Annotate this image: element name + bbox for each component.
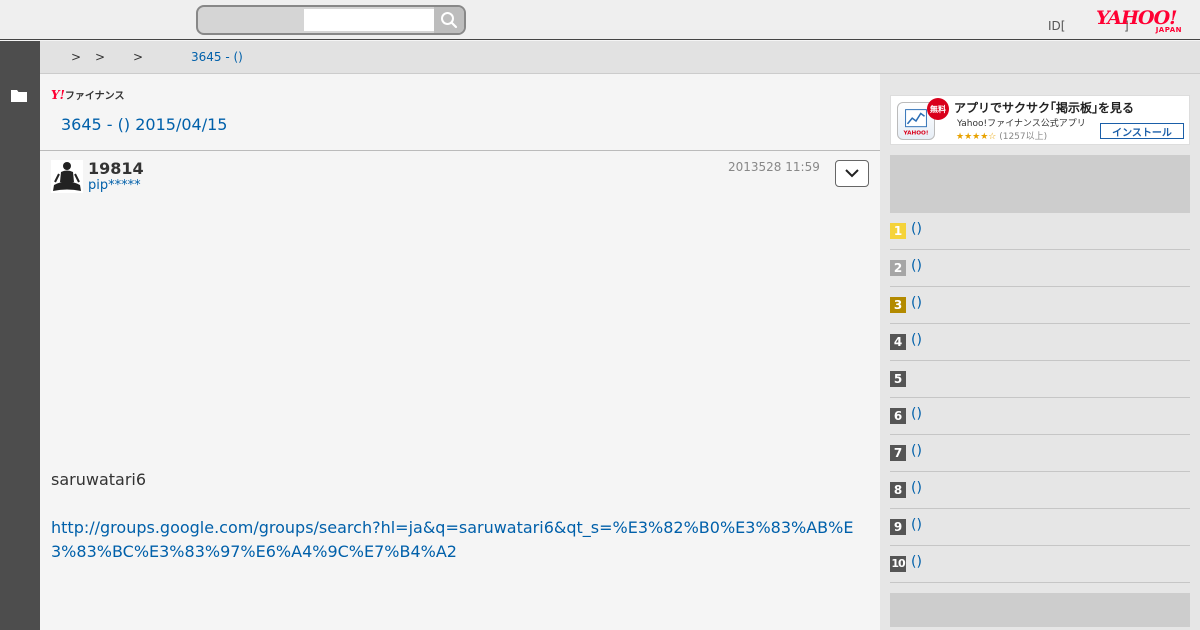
finance-logo-y: Y! — [51, 88, 65, 102]
rating-count: (1257以上) — [999, 132, 1048, 142]
ranking-item[interactable]: 4 () — [890, 324, 1190, 361]
avatar[interactable] — [51, 160, 83, 193]
install-button[interactable]: インストール — [1100, 123, 1184, 139]
post-text: saruwatari6 — [51, 470, 147, 489]
ranking-item[interactable]: 1 () — [890, 213, 1190, 250]
post-menu-button[interactable] — [835, 160, 869, 187]
search-icon — [441, 12, 458, 29]
ranking-item[interactable]: 5 — [890, 361, 1190, 398]
app-rating: ★★★★☆ (1257以上) — [956, 129, 1047, 142]
logo-yahoo-text: YAHOO! — [1096, 7, 1177, 29]
post-timestamp: 2013528 11:59 — [728, 160, 820, 174]
rank-number: 3 — [890, 297, 906, 313]
rank-link[interactable]: () — [911, 554, 922, 570]
rank-number: 6 — [890, 408, 906, 424]
rank-link[interactable]: () — [911, 517, 922, 533]
top-header: ID[ ] YAHOO! JAPAN — [0, 0, 1200, 40]
logo-japan-text: JAPAN — [1155, 26, 1182, 34]
divider — [40, 150, 880, 151]
rank-link[interactable]: () — [911, 258, 922, 274]
rank-link[interactable]: () — [911, 443, 922, 459]
id-login-link[interactable]: ID[ — [1048, 19, 1065, 33]
ranking-item[interactable]: 6 () — [890, 398, 1190, 435]
ad-placeholder-bottom — [890, 593, 1190, 627]
ranking-item[interactable]: 2 () — [890, 250, 1190, 287]
rank-number: 8 — [890, 482, 906, 498]
ranking-item[interactable]: 7 () — [890, 435, 1190, 472]
rank-number: 5 — [890, 371, 906, 387]
rank-link[interactable]: () — [911, 332, 922, 348]
search-button[interactable] — [434, 7, 464, 33]
rank-link[interactable]: () — [911, 406, 922, 422]
ranking-item[interactable]: 10 () — [890, 546, 1190, 583]
breadcrumb-separator: > — [95, 50, 106, 64]
breadcrumb-separator: > — [71, 50, 82, 64]
ranking-list: 1 () 2 () 3 () 4 () 5 6 () 7 () 8 () 9 () 10 () — [890, 213, 1190, 583]
right-column: YAHOO! 無料 アプリでサクサク｢掲示板｣を見る Yahoo!ファイナンス公… — [880, 74, 1200, 630]
rank-number: 4 — [890, 334, 906, 350]
rank-number: 2 — [890, 260, 906, 276]
post-body: saruwatari6 http://groups.google.com/gro… — [51, 468, 866, 564]
rating-stars: ★★★★☆ — [956, 132, 997, 142]
post-user-link[interactable]: pip***** — [88, 178, 141, 193]
yahoo-japan-logo[interactable]: YAHOO! JAPAN — [1096, 8, 1188, 36]
post-link[interactable]: http://groups.google.com/groups/search?h… — [51, 516, 866, 564]
rank-number: 1 — [890, 223, 906, 239]
ranking-item[interactable]: 8 () — [890, 472, 1190, 509]
rank-number: 7 — [890, 445, 906, 461]
rank-link[interactable]: () — [911, 295, 922, 311]
rank-number: 10 — [890, 556, 906, 572]
rank-link[interactable]: () — [911, 480, 922, 496]
rank-number: 9 — [890, 519, 906, 535]
chevron-down-icon — [845, 169, 859, 178]
search-input[interactable] — [304, 9, 434, 31]
free-badge: 無料 — [927, 98, 949, 120]
post-number: 19814 — [88, 159, 144, 178]
breadcrumb-separator: > — [133, 50, 144, 64]
finance-logo[interactable]: Y!ファイナンス — [51, 87, 124, 102]
ranking-item[interactable]: 9 () — [890, 509, 1190, 546]
app-banner-subtitle: Yahoo!ファイナンス公式アプリ — [957, 119, 1086, 129]
finance-logo-text: ファイナンス — [64, 91, 125, 102]
app-banner-title: アプリでサクサク｢掲示板｣を見る — [954, 101, 1135, 115]
ranking-item[interactable]: 3 () — [890, 287, 1190, 324]
folder-icon[interactable] — [11, 89, 27, 102]
page-title[interactable]: 3645 - () 2015/04/15 — [61, 115, 227, 134]
rank-link[interactable]: () — [911, 221, 922, 237]
left-sidebar — [0, 41, 40, 630]
svg-text:YAHOO!: YAHOO! — [903, 130, 929, 136]
search-box — [196, 5, 466, 35]
app-banner[interactable]: YAHOO! 無料 アプリでサクサク｢掲示板｣を見る Yahoo!ファイナンス公… — [890, 95, 1190, 145]
ad-placeholder — [890, 155, 1190, 213]
breadcrumb: > > > 3645 - () — [40, 41, 1200, 74]
main-content: Y!ファイナンス 3645 - () 2015/04/15 19814 pip*… — [40, 74, 880, 630]
breadcrumb-current[interactable]: 3645 - () — [191, 50, 243, 64]
